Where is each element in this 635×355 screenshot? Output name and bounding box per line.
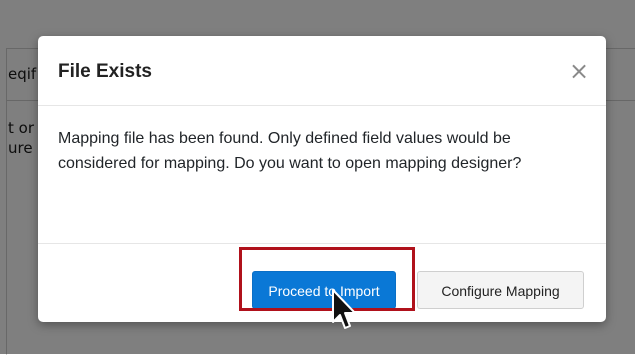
mouse-pointer-icon [332, 289, 356, 329]
dialog-header: File Exists × [38, 36, 606, 106]
configure-mapping-button[interactable]: Configure Mapping [417, 271, 584, 309]
dialog-message: Mapping file has been found. Only define… [58, 130, 522, 172]
annotation-highlight-box [239, 247, 415, 311]
close-icon[interactable]: × [568, 58, 590, 84]
dialog-title: File Exists [58, 61, 152, 82]
